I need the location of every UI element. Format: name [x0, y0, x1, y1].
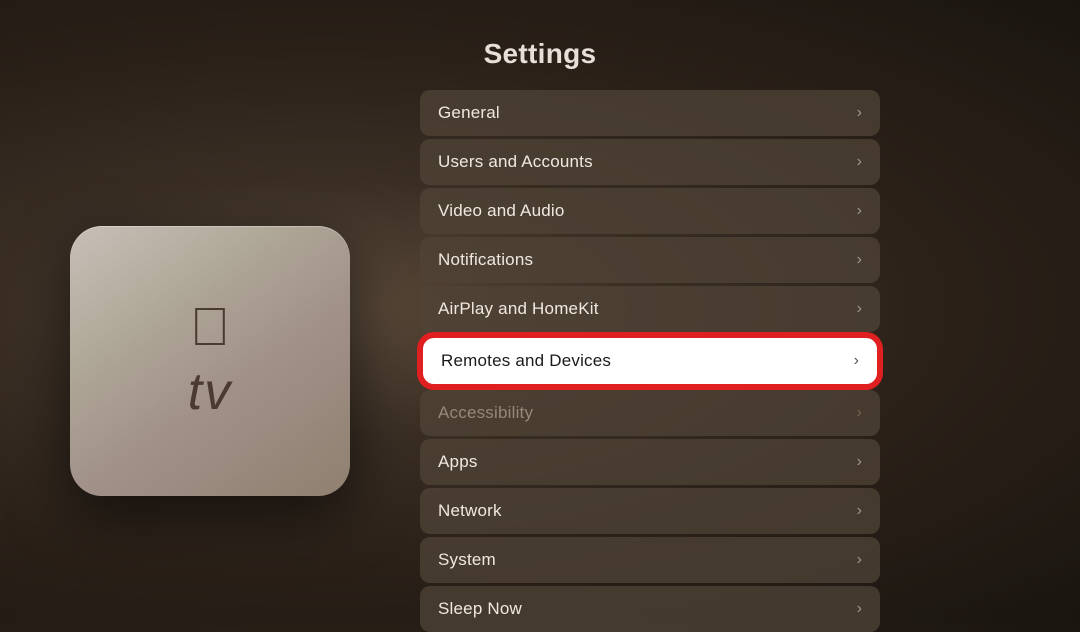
- settings-item-notifications[interactable]: Notifications ›: [420, 237, 880, 283]
- chevron-icon-remotes-and-devices: ›: [854, 352, 859, 370]
- settings-label-remotes-and-devices: Remotes and Devices: [441, 351, 611, 371]
- settings-list: General›Users and Accounts›Video and Aud…: [420, 90, 880, 632]
- settings-label-system: System: [438, 550, 496, 570]
- settings-item-airplay-and-homekit[interactable]: AirPlay and HomeKit ›: [420, 286, 880, 332]
- settings-label-apps: Apps: [438, 452, 478, 472]
- chevron-icon-system: ›: [857, 551, 862, 569]
- apple-logo-icon: : [190, 300, 231, 354]
- settings-label-sleep-now: Sleep Now: [438, 599, 522, 619]
- settings-item-sleep-now[interactable]: Sleep Now ›: [420, 586, 880, 632]
- chevron-icon-network: ›: [857, 502, 862, 520]
- chevron-icon-general: ›: [857, 104, 862, 122]
- settings-label-airplay-and-homekit: AirPlay and HomeKit: [438, 299, 599, 319]
- settings-label-accessibility: Accessibility: [438, 403, 533, 423]
- settings-item-remotes-and-devices[interactable]: Remotes and Devices ›: [420, 335, 880, 387]
- settings-item-system[interactable]: System ›: [420, 537, 880, 583]
- settings-item-apps[interactable]: Apps ›: [420, 439, 880, 485]
- chevron-icon-notifications: ›: [857, 251, 862, 269]
- chevron-icon-apps: ›: [857, 453, 862, 471]
- apple-tv-box:  tv: [70, 226, 350, 496]
- main-content:  tv General›Users and Accounts›Video an…: [0, 90, 1080, 632]
- settings-label-notifications: Notifications: [438, 250, 533, 270]
- settings-item-accessibility[interactable]: Accessibility ›: [420, 390, 880, 436]
- settings-item-video-and-audio[interactable]: Video and Audio ›: [420, 188, 880, 234]
- chevron-icon-airplay-and-homekit: ›: [857, 300, 862, 318]
- settings-label-users-and-accounts: Users and Accounts: [438, 152, 593, 172]
- settings-item-network[interactable]: Network ›: [420, 488, 880, 534]
- settings-item-users-and-accounts[interactable]: Users and Accounts ›: [420, 139, 880, 185]
- settings-item-general[interactable]: General ›: [420, 90, 880, 136]
- settings-label-network: Network: [438, 501, 502, 521]
- chevron-icon-sleep-now: ›: [857, 600, 862, 618]
- apple-tv-device:  tv: [60, 211, 360, 511]
- settings-label-video-and-audio: Video and Audio: [438, 201, 565, 221]
- settings-label-general: General: [438, 103, 500, 123]
- chevron-icon-video-and-audio: ›: [857, 202, 862, 220]
- chevron-icon-users-and-accounts: ›: [857, 153, 862, 171]
- page-title: Settings: [484, 38, 597, 70]
- chevron-icon-accessibility: ›: [857, 404, 862, 422]
- tv-text-label: tv: [188, 362, 232, 422]
- apple-tv-logo-area:  tv: [188, 300, 232, 422]
